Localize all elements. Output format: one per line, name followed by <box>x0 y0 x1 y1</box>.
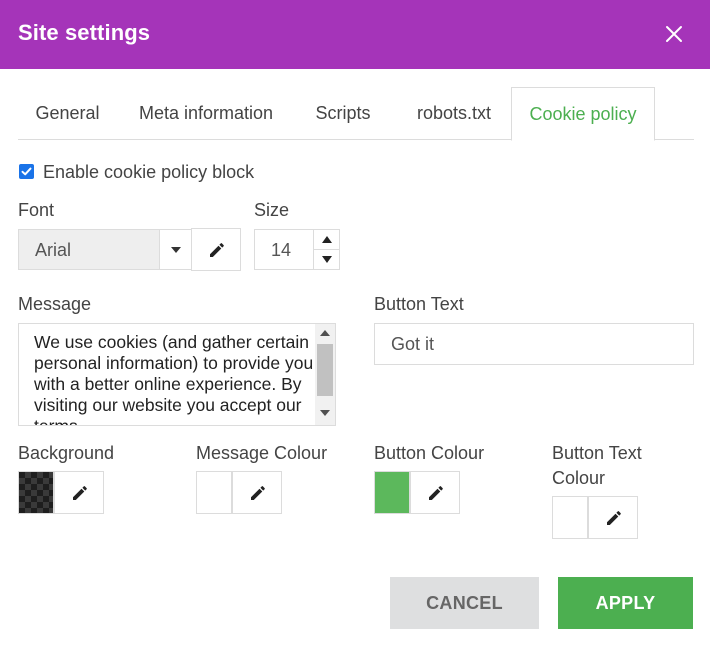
caret-down-icon <box>171 247 181 253</box>
scrollbar-thumb[interactable] <box>317 344 333 396</box>
message-label: Message <box>18 294 92 314</box>
close-icon <box>666 26 682 42</box>
size-increment-button[interactable] <box>314 230 339 250</box>
enable-cookie-policy-checkbox[interactable] <box>19 164 34 179</box>
settings-tabs: General Meta information Scripts robots.… <box>18 87 694 141</box>
background-label: Background <box>18 443 115 463</box>
size-input[interactable]: 14 <box>254 229 314 270</box>
message-scrollbar[interactable] <box>315 324 335 425</box>
dialog-title: Site settings <box>18 20 151 45</box>
scroll-up-icon[interactable] <box>320 330 330 336</box>
button-text-colour-edit-button[interactable] <box>588 496 638 539</box>
pencil-icon <box>607 511 621 525</box>
dialog-header: Site settings <box>0 0 710 69</box>
message-text: We use cookies (and gather certain perso… <box>34 332 314 426</box>
caret-down-icon <box>322 256 332 263</box>
cancel-button[interactable]: CANCEL <box>390 577 539 629</box>
pencil-icon <box>251 486 265 500</box>
message-textarea[interactable]: We use cookies (and gather certain perso… <box>18 323 336 426</box>
button-text-value: Got it <box>391 334 435 354</box>
check-icon <box>21 167 32 176</box>
button-colour-swatch[interactable] <box>374 471 410 514</box>
button-text-colour-swatch[interactable] <box>552 496 588 539</box>
tab-meta-information[interactable]: Meta information <box>127 87 285 140</box>
size-value: 14 <box>271 240 292 260</box>
font-value: Arial <box>35 240 72 260</box>
message-colour-edit-button[interactable] <box>232 471 282 514</box>
tab-cookie-policy[interactable]: Cookie policy <box>511 87 655 141</box>
tab-robots-txt[interactable]: robots.txt <box>401 87 507 140</box>
tab-general[interactable]: General <box>18 87 117 140</box>
size-stepper <box>313 229 340 270</box>
button-text-colour-label-line2: Colour <box>552 468 606 488</box>
button-text-label: Button Text <box>374 294 464 314</box>
background-color-swatch[interactable] <box>18 471 54 514</box>
background-edit-button[interactable] <box>54 471 104 514</box>
font-label: Font <box>18 200 55 220</box>
size-label: Size <box>254 200 290 220</box>
message-colour-swatch[interactable] <box>196 471 232 514</box>
pencil-icon <box>210 243 224 257</box>
scroll-down-icon[interactable] <box>320 410 330 416</box>
font-edit-button[interactable] <box>191 228 241 271</box>
enable-cookie-policy-label: Enable cookie policy block <box>43 162 255 182</box>
close-button[interactable] <box>662 22 686 46</box>
font-dropdown-toggle[interactable] <box>159 229 192 270</box>
button-colour-label: Button Colour <box>374 443 485 463</box>
message-colour-label: Message Colour <box>196 443 328 463</box>
caret-up-icon <box>322 236 332 243</box>
font-select[interactable]: Arial <box>18 229 160 270</box>
tab-scripts[interactable]: Scripts <box>303 87 383 140</box>
button-text-input[interactable]: Got it <box>374 323 694 365</box>
size-decrement-button[interactable] <box>314 250 339 270</box>
button-colour-edit-button[interactable] <box>410 471 460 514</box>
apply-button[interactable]: APPLY <box>558 577 693 629</box>
pencil-icon <box>73 486 87 500</box>
button-text-colour-label-line1: Button Text <box>552 443 642 463</box>
pencil-icon <box>429 486 443 500</box>
